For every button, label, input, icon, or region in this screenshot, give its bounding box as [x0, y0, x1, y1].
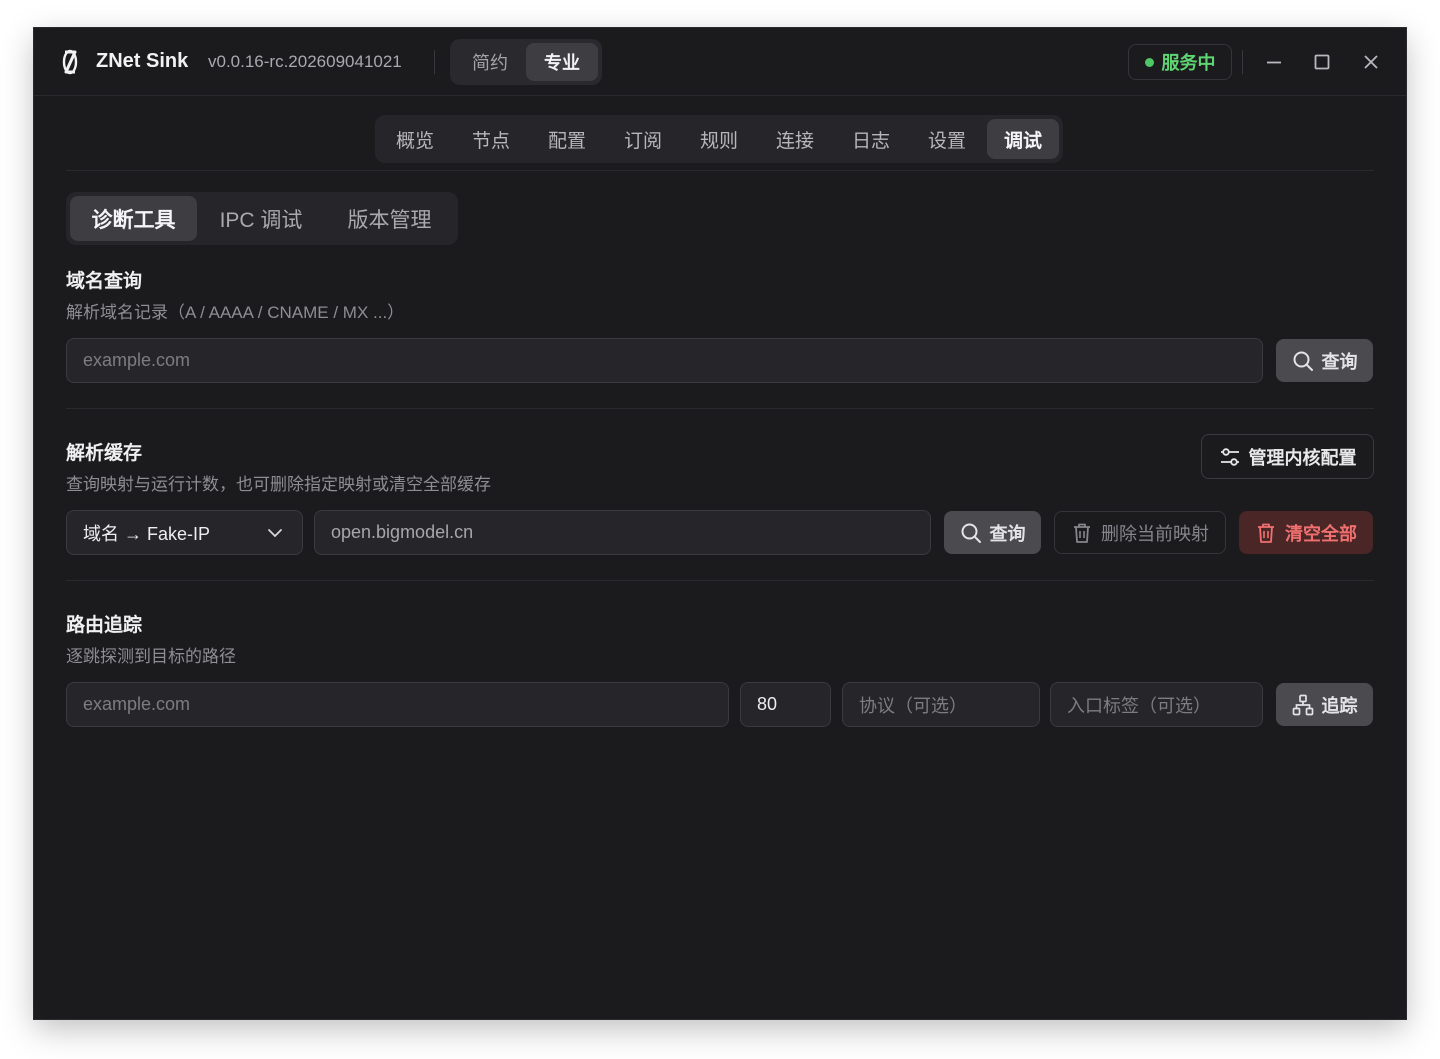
chevron-down-icon [268, 529, 282, 538]
manage-kernel-config-button[interactable]: 管理内核配置 [1201, 434, 1374, 479]
sliders-icon [1220, 447, 1239, 466]
tab-version-management[interactable]: 版本管理 [325, 196, 454, 241]
trace-label: 追踪 [1321, 695, 1358, 716]
tab-diagnostics[interactable]: 诊断工具 [70, 196, 197, 241]
dns-domain-input[interactable]: example.com [66, 338, 1263, 383]
delete-mapping-button[interactable]: 删除当前映射 [1054, 511, 1226, 554]
nav-overview[interactable]: 概览 [379, 119, 451, 159]
trace-section-desc: 逐跳探测到目标的路径 [66, 647, 236, 666]
maximize-icon[interactable] [1310, 50, 1334, 74]
mode-pro-button[interactable]: 专业 [526, 43, 598, 81]
app-name: ZNet Sink [96, 50, 189, 72]
cache-section-desc: 查询映射与运行计数，也可删除指定映射或清空全部缓存 [66, 475, 491, 494]
clear-all-button[interactable]: 清空全部 [1239, 511, 1373, 554]
cache-query-button[interactable]: 查询 [944, 511, 1041, 554]
divider [66, 580, 1374, 581]
trash-icon [1258, 523, 1274, 543]
title-bar: ZNet Sink v0.0.16-rc.202609041021 简约 专业 … [34, 28, 1406, 96]
dns-query-button[interactable]: 查询 [1276, 339, 1373, 382]
divider [1242, 50, 1243, 74]
minimize-icon[interactable] [1262, 50, 1286, 74]
nav-logs[interactable]: 日志 [835, 119, 907, 159]
trace-inbound-tag-input[interactable]: 入口标签（可选） [1050, 682, 1263, 727]
divider [66, 408, 1374, 409]
divider [434, 50, 435, 74]
cache-section-title: 解析缓存 [66, 443, 143, 464]
status-dot-icon [1144, 57, 1154, 67]
network-tree-icon [1292, 694, 1313, 715]
mode-switch: 简约 专业 [450, 39, 602, 85]
search-icon [1293, 351, 1313, 371]
cache-mode-select[interactable]: 域名 → Fake-IP [66, 510, 303, 555]
nav-nodes[interactable]: 节点 [455, 119, 527, 159]
cache-query-label: 查询 [989, 523, 1026, 544]
status-label: 服务中 [1161, 53, 1216, 73]
dns-section-desc: 解析域名记录（A / AAAA / CNAME / MX ...） [66, 303, 405, 322]
nav-config[interactable]: 配置 [531, 119, 603, 159]
trace-protocol-input[interactable]: 协议（可选） [842, 682, 1040, 727]
nav-connections[interactable]: 连接 [759, 119, 831, 159]
trash-icon [1074, 523, 1090, 543]
dns-query-label: 查询 [1321, 351, 1358, 372]
clear-all-label: 清空全部 [1285, 523, 1357, 544]
trace-host-input[interactable]: example.com [66, 682, 729, 727]
nav-rules[interactable]: 规则 [683, 119, 755, 159]
nav-settings[interactable]: 设置 [911, 119, 983, 159]
cache-mode-value: 域名 → Fake-IP [83, 523, 211, 544]
divider [66, 170, 1374, 171]
delete-mapping-label: 删除当前映射 [1101, 523, 1209, 544]
nav-debug[interactable]: 调试 [987, 119, 1059, 159]
main-nav: 概览 节点 配置 订阅 规则 连接 日志 设置 调试 [375, 115, 1063, 163]
app-window: ZNet Sink v0.0.16-rc.202609041021 简约 专业 … [34, 28, 1406, 1019]
sub-tabs: 诊断工具 IPC 调试 版本管理 [66, 192, 458, 245]
trace-button[interactable]: 追踪 [1276, 683, 1373, 726]
trace-port-input[interactable]: 80 [740, 682, 831, 727]
trace-section-title: 路由追踪 [66, 615, 143, 636]
search-icon [961, 523, 981, 543]
cache-domain-input[interactable]: open.bigmodel.cn [314, 510, 931, 555]
mode-simple-button[interactable]: 简约 [454, 43, 526, 81]
tab-ipc-debug[interactable]: IPC 调试 [197, 196, 325, 241]
close-icon[interactable] [1359, 50, 1383, 74]
manage-kernel-config-label: 管理内核配置 [1248, 447, 1357, 468]
dns-section-title: 域名查询 [66, 271, 143, 292]
service-status-badge[interactable]: 服务中 [1128, 44, 1232, 80]
app-version: v0.0.16-rc.202609041021 [208, 52, 402, 71]
nav-subscriptions[interactable]: 订阅 [607, 119, 679, 159]
app-logo-icon [62, 49, 78, 75]
